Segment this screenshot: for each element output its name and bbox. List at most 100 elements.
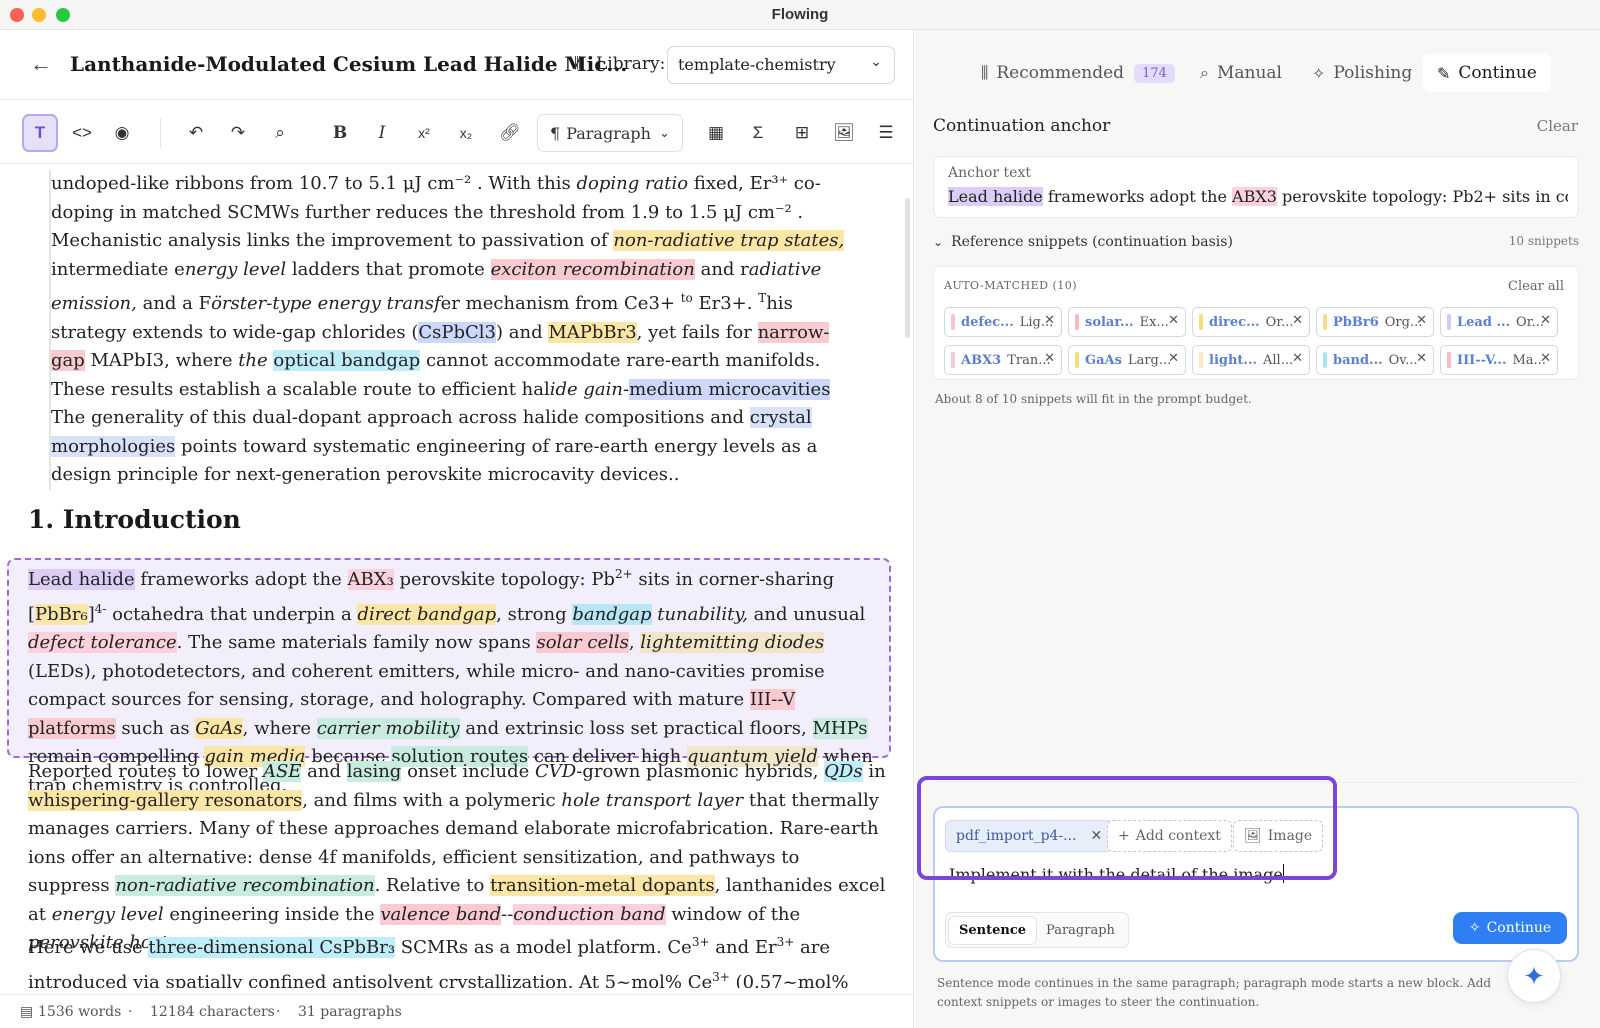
- tab-continue[interactable]: ✎ Continue: [1423, 54, 1551, 92]
- focus-highlight-ring: [917, 776, 1337, 880]
- italic-button[interactable]: I: [364, 114, 400, 152]
- highlighted-term[interactable]: whispering-gallery resonators: [28, 789, 303, 811]
- remove-snippet-icon[interactable]: ✕: [1168, 351, 1179, 366]
- text-segment: 3+: [776, 935, 795, 949]
- remove-snippet-icon[interactable]: ✕: [1416, 313, 1427, 328]
- text-segment: nergy level: [184, 258, 287, 280]
- highlighted-term[interactable]: MHPs: [812, 717, 868, 739]
- continue-button[interactable]: ✧ Continue: [1453, 912, 1567, 944]
- pilcrow-icon: ¶: [550, 123, 561, 143]
- editor-scrollbar[interactable]: [905, 198, 910, 338]
- document-body[interactable]: undoped-like ribbons from 10.7 to 5.1 μJ…: [0, 166, 896, 988]
- highlighted-term[interactable]: valence band: [380, 903, 502, 925]
- separator-dot: ·: [276, 1004, 281, 1020]
- highlighted-term[interactable]: optical bandgap: [273, 350, 421, 371]
- remove-snippet-icon[interactable]: ✕: [1540, 351, 1551, 366]
- text-segment: , yet fails for: [636, 321, 758, 343]
- clear-anchor-button[interactable]: Clear: [1537, 117, 1578, 135]
- calculator-icon[interactable]: ▦: [698, 114, 734, 152]
- assistant-sparkle-icon[interactable]: ✦: [1507, 949, 1561, 1003]
- back-arrow-icon[interactable]: ←: [26, 50, 56, 80]
- highlighted-term[interactable]: defect tolerance: [28, 632, 177, 653]
- highlighted-term[interactable]: lightemitting diodes: [640, 632, 825, 653]
- highlighted-term[interactable]: direct bandgap: [357, 603, 497, 625]
- link-icon[interactable]: 🔗︎: [492, 114, 528, 152]
- remove-snippet-icon[interactable]: ✕: [1044, 351, 1055, 366]
- highlighted-term[interactable]: exciton recombination: [490, 258, 695, 280]
- text-mode-button[interactable]: T: [22, 114, 58, 152]
- remove-snippet-icon[interactable]: ✕: [1292, 313, 1303, 328]
- highlighted-term[interactable]: ASE: [262, 761, 302, 782]
- remove-snippet-icon[interactable]: ✕: [1292, 351, 1303, 366]
- snippet-color-bar: [951, 314, 955, 330]
- editor-statusbar: ▤ 1536 words · 12184 characters · 31 par…: [0, 994, 914, 1028]
- snippet-name: Lead ...: [1457, 314, 1511, 330]
- highlighted-term[interactable]: non-radiative recombination: [115, 875, 375, 896]
- highlighted-term[interactable]: solar cells: [536, 632, 629, 653]
- highlighted-term[interactable]: MAPbBr3: [548, 321, 637, 343]
- more-tools-icon[interactable]: ☰: [868, 114, 904, 152]
- remove-snippet-icon[interactable]: ✕: [1168, 313, 1179, 328]
- tab-recommended-label: Recommended: [996, 63, 1125, 83]
- clear-all-button[interactable]: Clear all: [1508, 279, 1564, 294]
- highlighted-term[interactable]: three-dimensional CsPbBr₃: [148, 937, 396, 958]
- snippet-chip[interactable]: light... All... ✕: [1192, 345, 1310, 375]
- snippet-color-bar: [1199, 352, 1203, 368]
- undo-icon[interactable]: ↶: [178, 114, 214, 152]
- highlighted-term[interactable]: ₃: [386, 569, 394, 590]
- library-select[interactable]: template-chemistry ⌄: [667, 46, 895, 84]
- highlighted-term[interactable]: bandgap: [572, 603, 652, 625]
- snippet-chip[interactable]: ABX3 Tran... ✕: [944, 345, 1062, 375]
- snippet-description: Ov...: [1388, 352, 1418, 368]
- highlighted-term[interactable]: carrier mobility: [316, 717, 460, 739]
- bold-button[interactable]: B: [322, 114, 358, 152]
- text-segment: , and films with a polymeric: [302, 789, 562, 811]
- highlighted-term[interactable]: GaAs: [195, 717, 243, 739]
- snippet-chip[interactable]: PbBr6 Org... ✕: [1316, 307, 1434, 337]
- search-icon[interactable]: ⌕: [262, 114, 298, 152]
- remove-snippet-icon[interactable]: ✕: [1044, 313, 1055, 328]
- highlighted-term[interactable]: PbBr₆: [35, 603, 88, 625]
- snippet-chip[interactable]: defec... Lig... ✕: [944, 307, 1062, 337]
- snippet-chip[interactable]: III--V... Ma... ✕: [1440, 345, 1558, 375]
- subscript-button[interactable]: x₂: [448, 114, 484, 152]
- snippet-chip[interactable]: band... Ov... ✕: [1316, 345, 1434, 375]
- code-mode-button[interactable]: <>: [64, 114, 100, 152]
- mode-paragraph-button[interactable]: Paragraph: [1036, 917, 1125, 944]
- reference-snippets-toggle[interactable]: ⌄ Reference snippets (continuation basis)…: [933, 234, 1579, 250]
- snippet-chip[interactable]: Lead ... Or... ✕: [1440, 307, 1558, 337]
- reference-snippets-label: Reference snippets (continuation basis): [951, 234, 1233, 250]
- tab-recommended[interactable]: ⫼ Recommended 174: [981, 54, 1175, 92]
- remove-snippet-icon[interactable]: ✕: [1540, 313, 1551, 328]
- mode-sentence-button[interactable]: Sentence: [949, 916, 1037, 944]
- tab-manual[interactable]: ⌕ Manual: [1200, 54, 1282, 92]
- paragraph-count: 31 paragraphs: [298, 1004, 402, 1020]
- highlighted-term[interactable]: transition-metal dopants: [490, 875, 715, 896]
- sigma-icon[interactable]: Σ: [740, 114, 776, 152]
- highlighted-term[interactable]: lasing: [346, 761, 402, 782]
- highlighted-term[interactable]: conduction band: [513, 903, 666, 925]
- highlighted-term[interactable]: Lead halide: [28, 569, 135, 590]
- superscript-button[interactable]: x²: [406, 114, 442, 152]
- remove-snippet-icon[interactable]: ✕: [1416, 351, 1427, 366]
- text-segment: --: [501, 903, 514, 925]
- paragraph-style-dropdown[interactable]: ¶ Paragraph ⌄: [537, 114, 683, 152]
- highlighted-term[interactable]: non-radiative trap states,: [613, 230, 845, 251]
- snippet-chip[interactable]: solar... Ex... ✕: [1068, 307, 1186, 337]
- text-segment: ,: [628, 632, 641, 653]
- image-insert-icon[interactable]: 🖼︎: [826, 114, 862, 152]
- table-icon[interactable]: ⊞: [784, 114, 820, 152]
- text-segment: window of the: [665, 903, 801, 925]
- highlighted-term[interactable]: ABX: [347, 569, 387, 590]
- highlighted-term[interactable]: CsPbCl3: [418, 321, 496, 343]
- text-segment: . Relative to: [374, 875, 491, 896]
- text-segment: Reported routes to lower: [28, 761, 263, 782]
- preview-eye-icon[interactable]: ◉: [104, 114, 140, 152]
- snippet-chip[interactable]: GaAs Larg... ✕: [1068, 345, 1186, 375]
- tab-polishing[interactable]: ✧ Polishing: [1312, 54, 1412, 92]
- redo-icon[interactable]: ↷: [220, 114, 256, 152]
- chevron-down-icon: ⌄: [658, 125, 670, 141]
- highlighted-term[interactable]: QDs: [824, 761, 863, 782]
- snippet-chip[interactable]: direc... Or... ✕: [1192, 307, 1310, 337]
- highlighted-term[interactable]: medium microcavities: [629, 378, 831, 400]
